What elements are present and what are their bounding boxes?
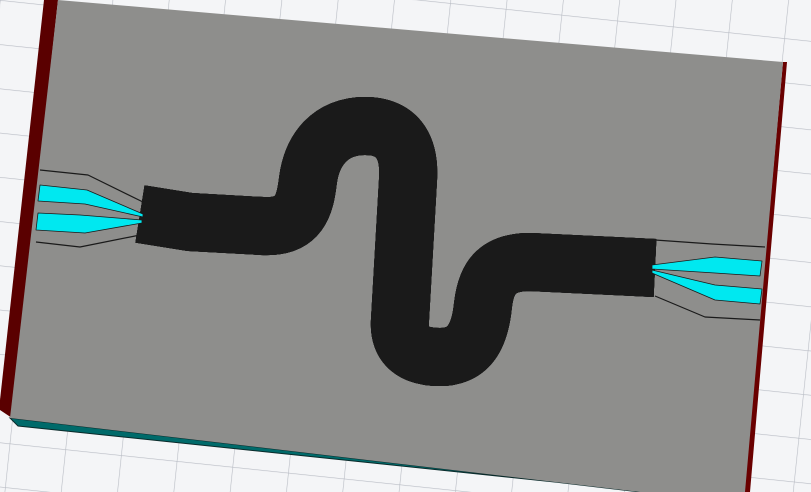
3d-model-viewport[interactable] [0, 0, 811, 492]
